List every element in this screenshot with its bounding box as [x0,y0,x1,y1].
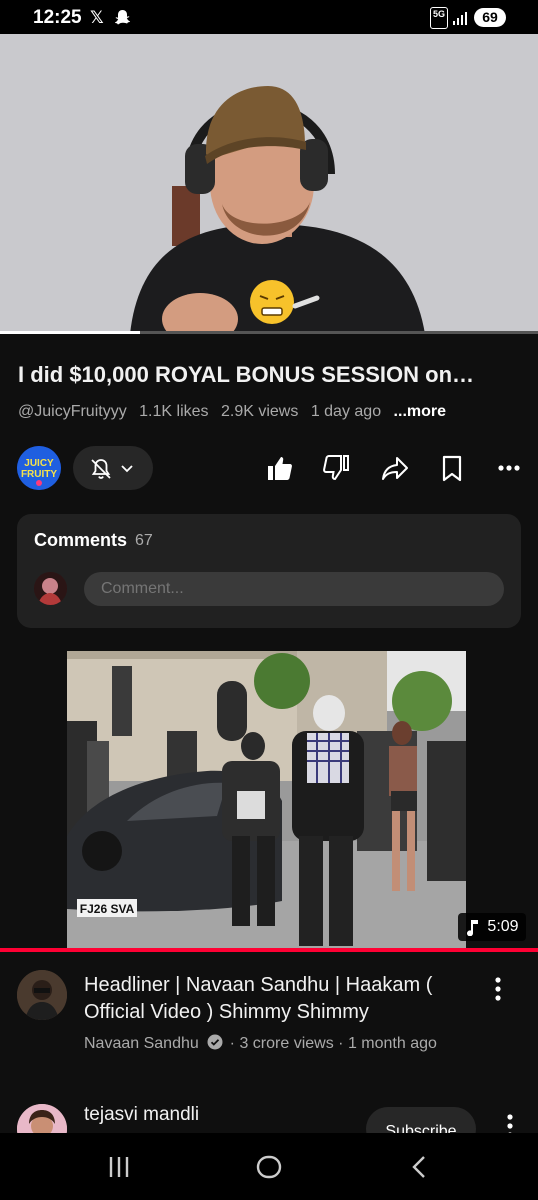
recommended-title[interactable]: Headliner | Navaan Sandhu | Haakam ( Off… [84,972,474,1026]
notification-bell-button[interactable] [73,446,153,490]
channel-handle[interactable]: @JuicyFruityyy [18,403,127,420]
bell-off-icon [91,459,111,479]
duration-badge: 5:09 [458,913,526,941]
recommended-menu-button[interactable] [488,975,508,1005]
channel-logo: JUICY FRUITY [17,446,61,490]
svg-text:JUICY: JUICY [24,458,54,469]
next-channel-name[interactable]: tejasvi mandli [84,1104,199,1126]
kebab-menu-icon [495,977,501,1001]
share-icon [382,457,408,480]
likes-count: 1.1K likes [139,403,209,420]
recommended-age: 1 month ago [347,1035,437,1052]
comment-input[interactable] [84,572,504,606]
views-count: 2.9K views [220,403,299,420]
video-frame [0,34,538,334]
clock: 12:25 [33,7,82,28]
battery-level: 69 [474,8,506,27]
comments-panel[interactable]: Comments 67 [17,514,521,628]
save-button[interactable] [435,451,469,485]
recents-icon [109,1157,129,1177]
thumbs-down-icon [323,455,349,481]
home-icon [256,1155,282,1179]
network-badge: 5G [430,7,448,29]
video-player[interactable] [0,34,538,334]
back-button[interactable] [400,1150,440,1184]
status-bar: 12:25 𝕏 5G 69 [0,0,538,34]
user-avatar-image [34,572,67,605]
recommended-channel-name[interactable]: Navaan Sandhu [84,1035,199,1052]
video-title[interactable]: I did $10,000 ROYAL BONUS SESSION on… [18,362,518,388]
back-icon [412,1156,425,1178]
more-icon [498,465,520,471]
svg-text:FRUITY: FRUITY [21,469,57,480]
signal-icon [453,12,467,25]
thumbnail-image: FJ26 SVA [67,651,466,948]
video-meta[interactable]: @JuicyFruityyy 1.1K likes 2.9K views 1 d… [18,403,454,421]
home-button[interactable] [249,1150,289,1184]
comments-title: Comments [34,530,128,550]
license-plate: FJ26 SVA [80,902,135,916]
navigation-bar [0,1133,538,1200]
chevron-down-icon [121,465,133,473]
progress-fill [0,331,140,334]
save-icon [442,455,462,482]
dislike-button[interactable] [320,451,354,485]
verified-icon [207,1034,223,1050]
share-button[interactable] [378,451,412,485]
recents-button[interactable] [99,1150,139,1184]
channel-avatar[interactable]: JUICY FRUITY [17,446,61,490]
recommended-thumbnail[interactable]: FJ26 SVA [67,651,466,948]
recommended-channel-avatar[interactable] [17,970,67,1020]
music-note-icon [467,920,479,936]
recommended-views: 3 crore views [239,1035,334,1052]
like-button[interactable] [262,451,296,485]
recommended-meta: Navaan Sandhu · 3 crore views · 1 month … [84,1034,437,1052]
comments-count: 67 [135,532,153,549]
x-icon: 𝕏 [90,8,104,27]
thumbs-up-icon [268,457,292,480]
more-actions-button[interactable] [492,451,526,485]
snapchat-icon [114,10,131,25]
recommended-channel-avatar-image [17,970,67,1020]
more-link[interactable]: ...more [394,403,446,420]
watched-progress-bar [0,948,538,952]
upload-age: 1 day ago [310,403,382,420]
duration-text: 5:09 [487,918,519,935]
user-avatar [34,572,67,605]
